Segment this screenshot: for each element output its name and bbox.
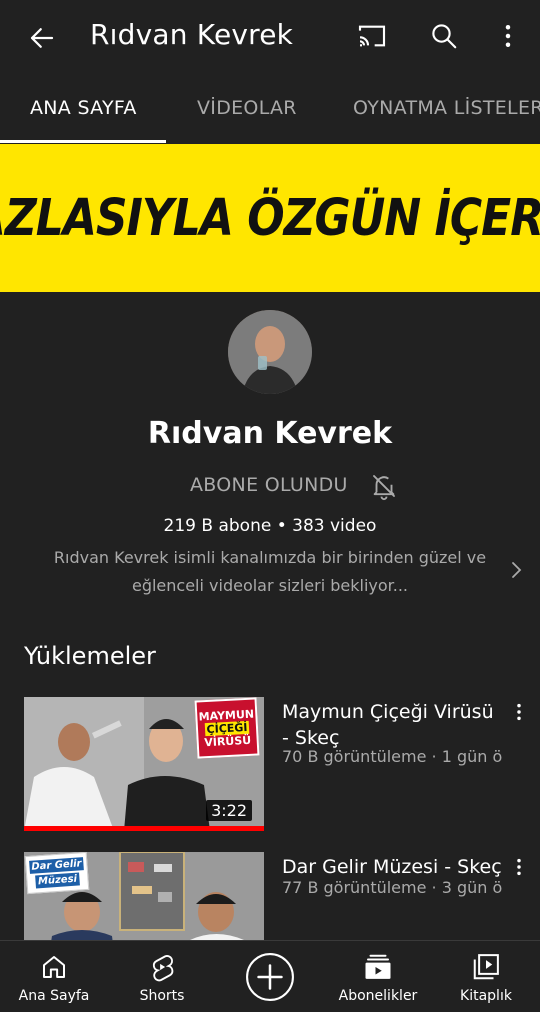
thumbnail-caption-badge: MAYMUN ÇİÇEĞİ VİRÜSÜ: [194, 697, 260, 759]
video-title[interactable]: Maymun Çiçeği Virüsü - Skeç: [282, 699, 502, 751]
video-meta: 77 B görüntüleme · 3 gün önce: [282, 878, 502, 897]
thumbnail-caption-line: VİRÜSÜ: [203, 733, 252, 749]
search-button[interactable]: [426, 18, 462, 54]
channel-banner: FAZLASIYLA ÖZGÜN İÇERİK: [0, 144, 540, 292]
bell-off-icon: [373, 475, 395, 501]
home-icon: [43, 956, 65, 978]
nav-shorts-label: Shorts: [139, 988, 185, 1004]
nav-library[interactable]: Kitaplık: [432, 941, 540, 1012]
video-meta: 70 B görüntüleme · 1 gün önce: [282, 747, 502, 766]
library-icon: [473, 954, 499, 980]
add-icon: [246, 953, 294, 1001]
nav-subscriptions[interactable]: Abonelikler: [324, 941, 432, 1012]
thumbnail-caption-line: Dar Gelir: [28, 857, 84, 874]
search-icon: [432, 24, 457, 49]
video-title[interactable]: Dar Gelir Müzesi - Skeç: [282, 854, 502, 880]
video-item[interactable]: MAYMUN ÇİÇEĞİ VİRÜSÜ 3:22 Maymun Çiçeği …: [0, 697, 540, 837]
avatar-person-icon: [228, 310, 312, 394]
back-button[interactable]: [24, 20, 60, 56]
subscriptions-icon: [365, 954, 391, 979]
arrow-left-icon: [30, 28, 54, 48]
bottom-navigation: Ana Sayfa Shorts Abonelikler Kitaplık: [0, 940, 540, 1012]
about-button[interactable]: [500, 554, 532, 586]
cast-button[interactable]: [354, 18, 390, 54]
thumbnail-caption-line: Müzesi: [35, 872, 80, 889]
app-header: Rıdvan Kevrek: [0, 0, 540, 72]
channel-tabs: ANA SAYFA VİDEOLAR OYNATMA LİSTELERİ: [0, 72, 540, 144]
thumbnail-caption-badge: Dar Gelir Müzesi: [24, 852, 90, 895]
subscribe-row: ABONE OLUNDU: [0, 468, 540, 504]
chevron-right-icon: [512, 562, 522, 578]
nav-home-label: Ana Sayfa: [18, 988, 90, 1004]
nav-library-label: Kitaplık: [460, 988, 512, 1004]
video-duration: 3:22: [206, 800, 252, 821]
avatar[interactable]: [228, 310, 312, 394]
notification-bell-button[interactable]: [366, 468, 402, 504]
cast-icon: [358, 25, 386, 47]
video-more-button[interactable]: [506, 697, 532, 727]
tab-oynatma-listeleri[interactable]: OYNATMA LİSTELERİ: [353, 72, 540, 144]
more-vert-icon: [517, 858, 521, 876]
uploads-section-title: Yüklemeler: [24, 642, 156, 670]
nav-create[interactable]: [216, 941, 324, 1012]
subscribed-button[interactable]: ABONE OLUNDU: [190, 474, 348, 496]
more-vert-icon: [505, 25, 511, 47]
nav-shorts[interactable]: Shorts: [108, 941, 216, 1012]
tab-videolar[interactable]: VİDEOLAR: [197, 72, 297, 144]
channel-title: Rıdvan Kevrek: [90, 18, 294, 51]
more-vert-icon: [517, 703, 521, 721]
channel-name: Rıdvan Kevrek: [147, 416, 393, 451]
more-options-button[interactable]: [490, 18, 526, 54]
nav-subscriptions-label: Abonelikler: [338, 988, 418, 1004]
shorts-icon: [152, 955, 174, 982]
channel-stats: 219 B abone • 383 video: [163, 516, 377, 536]
video-more-button[interactable]: [506, 852, 532, 882]
tab-ana-sayfa[interactable]: ANA SAYFA: [30, 72, 137, 144]
active-tab-indicator: [0, 140, 166, 143]
watch-progress-bar: [24, 826, 264, 831]
banner-text: FAZLASIYLA ÖZGÜN İÇERİK: [0, 188, 540, 248]
video-thumbnail[interactable]: MAYMUN ÇİÇEĞİ VİRÜSÜ 3:22: [24, 697, 264, 831]
nav-home[interactable]: Ana Sayfa: [0, 941, 108, 1012]
channel-description[interactable]: Rıdvan Kevrek isimli kanalımızda bir bir…: [40, 544, 500, 600]
